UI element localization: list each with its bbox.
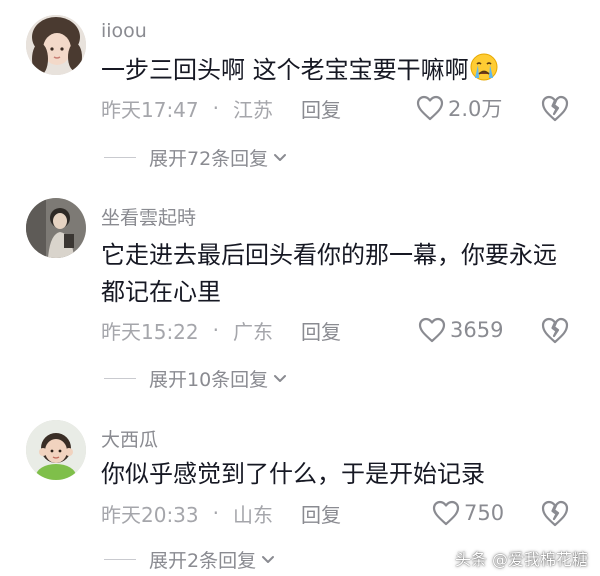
reply-button[interactable]: 回复 [301,499,341,528]
watermark: 头条 @爱我棉花糖 [454,550,588,569]
expand-replies-button[interactable]: 展开2条回复 [104,544,276,574]
expand-replies-label: 展开2条回复 [149,549,257,572]
comment-location: 山东 [233,502,273,527]
heart-outline-icon [432,500,460,526]
comment-time: 昨天20:33 [101,502,199,527]
chevron-down-icon [262,556,275,563]
avatar-image [26,420,86,480]
like-button[interactable]: 750 [432,498,504,528]
comment-meta: 昨天20:33 · 山东 回复 [101,498,341,528]
avatar[interactable] [26,420,86,480]
comment-text: 你似乎感觉到了什么，于是开始记录 [101,460,485,488]
meta-separator: · [212,501,219,525]
like-count: 750 [464,501,505,525]
expand-divider [104,558,136,560]
comment-item: 大西瓜 你似乎感觉到了什么，于是开始记录 昨天20:33 · 山东 回复 750… [0,0,600,576]
comment-username[interactable]: 大西瓜 [101,425,158,452]
broken-heart-icon[interactable] [540,498,570,528]
